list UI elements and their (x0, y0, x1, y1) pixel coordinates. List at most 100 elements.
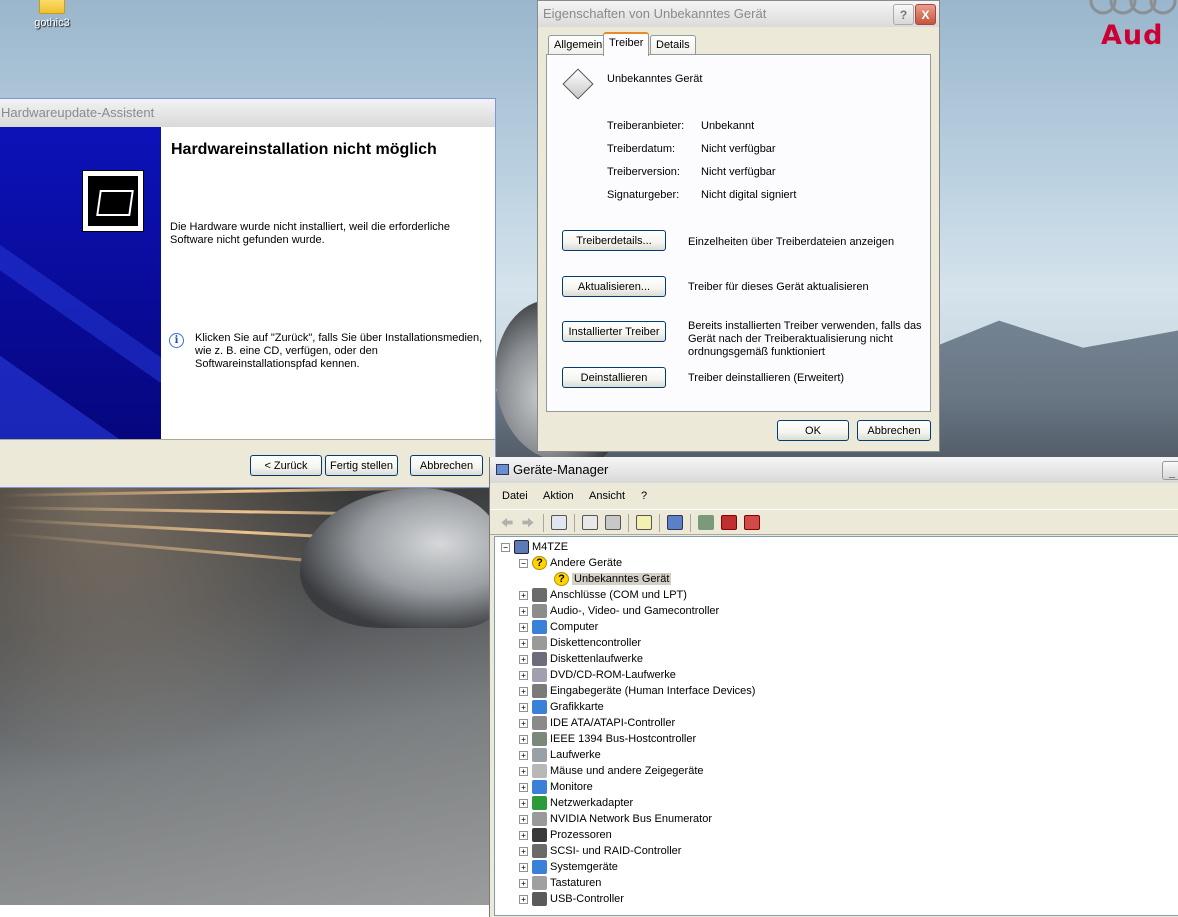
collapse-toggle[interactable]: − (519, 558, 528, 568)
tree-item-category[interactable]: + Grafikkarte (519, 699, 604, 715)
minimize-button[interactable]: _ (1162, 461, 1178, 480)
properties-cancel-button[interactable]: Abbrechen (857, 420, 931, 441)
tree-item-category[interactable]: + Eingabegeräte (Human Interface Devices) (519, 683, 755, 699)
tree-item-category[interactable]: + IDE ATA/ATAPI-Controller (519, 715, 675, 731)
wizard-content: Hardwareinstallation nicht möglich Die H… (161, 127, 495, 439)
help-button[interactable]: ? (893, 4, 914, 25)
tree-item-category[interactable]: + SCSI- und RAID-Controller (519, 843, 681, 859)
tree-item-category[interactable]: + NVIDIA Network Bus Enumerator (519, 811, 712, 827)
tree-item-category[interactable]: + Computer (519, 619, 598, 635)
properties-titlebar[interactable]: Eigenschaften von Unbekanntes Gerät (538, 1, 939, 27)
wizard-titlebar[interactable]: Hardwareupdate-Assistent (0, 99, 495, 127)
expand-toggle[interactable]: + (519, 702, 528, 712)
tree-item-category[interactable]: + Systemgeräte (519, 859, 618, 875)
toolbar (490, 509, 1178, 535)
expand-toggle[interactable]: + (519, 686, 528, 696)
tab-details[interactable]: Details (650, 35, 696, 55)
ok-button[interactable]: OK (777, 420, 849, 441)
hardware-update-wizard-window: Hardwareupdate-Assistent Hardwareinstall… (0, 98, 496, 488)
back-button[interactable]: < Zurück (250, 455, 322, 476)
expand-toggle[interactable]: + (519, 606, 528, 616)
device-manager-title: Geräte-Manager (513, 462, 609, 477)
desktop-icon-gothic3[interactable]: gothic3 (24, 0, 80, 29)
field-label-provider: Treiberanbieter: (607, 120, 685, 132)
expand-toggle[interactable]: + (519, 638, 528, 648)
expand-toggle[interactable]: + (519, 814, 528, 824)
device-category-icon (532, 892, 547, 906)
tree-item-category[interactable]: + Diskettencontroller (519, 635, 641, 651)
menu-help[interactable]: ? (641, 490, 647, 502)
tree-item-category[interactable]: + Audio-, Video- und Gamecontroller (519, 603, 719, 619)
expand-toggle[interactable]: + (519, 750, 528, 760)
field-label-version: Treiberversion: (607, 166, 680, 178)
expand-toggle[interactable]: + (519, 622, 528, 632)
show-hide-console-tree-icon[interactable] (551, 515, 567, 530)
tree-item-label: Diskettencontroller (550, 637, 642, 649)
device-category-icon (532, 652, 547, 666)
device-category-icon (532, 668, 547, 682)
tab-general[interactable]: Allgemein (548, 35, 609, 55)
tree-item-category[interactable]: + Mäuse und andere Zeigegeräte (519, 763, 704, 779)
expand-toggle[interactable]: + (519, 734, 528, 744)
expand-toggle[interactable]: + (519, 846, 528, 856)
finish-button[interactable]: Fertig stellen (325, 455, 398, 476)
hardware-icon (82, 170, 144, 232)
unknown-device-warning-icon: ? (532, 556, 547, 570)
device-tree: − M4TZE − ? Andere Geräte ? Unbekanntes … (494, 536, 1178, 916)
tree-item-category[interactable]: + DVD/CD-ROM-Laufwerke (519, 667, 676, 683)
expand-toggle[interactable]: + (519, 782, 528, 792)
tree-item-category[interactable]: + Diskettenlaufwerke (519, 651, 643, 667)
tree-item-category[interactable]: + IEEE 1394 Bus-Hostcontroller (519, 731, 696, 747)
expand-toggle[interactable]: + (519, 798, 528, 808)
expand-toggle[interactable]: + (519, 862, 528, 872)
driver-details-button[interactable]: Treiberdetails... (562, 230, 666, 251)
expand-toggle[interactable]: + (519, 894, 528, 904)
tree-item-category[interactable]: + Anschlüsse (COM und LPT) (519, 587, 687, 603)
wizard-separator (0, 439, 495, 440)
tree-item-category[interactable]: + Prozessoren (519, 827, 612, 843)
tree-item-category[interactable]: + Netzwerkadapter (519, 795, 633, 811)
unknown-device-icon (562, 68, 594, 100)
tree-item-category[interactable]: + Laufwerke (519, 747, 601, 763)
scan-hardware-icon[interactable] (667, 515, 683, 530)
uninstall-device-icon[interactable] (744, 515, 760, 530)
expand-toggle[interactable]: + (519, 590, 528, 600)
update-driver-icon[interactable] (698, 515, 714, 530)
rollback-driver-button[interactable]: Installierter Treiber (562, 321, 666, 342)
close-button[interactable]: X (915, 4, 936, 25)
tree-root[interactable]: − M4TZE (501, 539, 568, 555)
expand-toggle[interactable]: + (519, 830, 528, 840)
wizard-cancel-button[interactable]: Abbrechen (410, 455, 483, 476)
menu-action[interactable]: Aktion (543, 490, 574, 502)
menu-file[interactable]: Datei (502, 490, 528, 502)
disable-device-icon[interactable] (721, 515, 737, 530)
tree-item-category[interactable]: + Tastaturen (519, 875, 601, 891)
tree-item-unknown-device[interactable]: ? Unbekanntes Gerät (554, 571, 672, 587)
uninstall-driver-button[interactable]: Deinstallieren (562, 367, 666, 388)
tree-item-label: Unbekanntes Gerät (572, 573, 672, 585)
tree-item-label: NVIDIA Network Bus Enumerator (550, 813, 713, 825)
expand-toggle[interactable]: + (519, 670, 528, 680)
expand-toggle[interactable]: + (519, 766, 528, 776)
back-arrow-icon[interactable] (499, 515, 515, 530)
tree-item-label: IDE ATA/ATAPI-Controller (550, 717, 676, 729)
wizard-message: Die Hardware wurde nicht installiert, we… (170, 221, 451, 246)
menu-view[interactable]: Ansicht (589, 490, 625, 502)
forward-arrow-icon[interactable] (520, 515, 536, 530)
update-driver-button[interactable]: Aktualisieren... (562, 276, 666, 297)
field-value-version: Nicht verfügbar (701, 166, 776, 178)
print-icon[interactable] (605, 515, 621, 530)
desktop-icon-label: gothic3 (34, 17, 70, 29)
tree-item-category[interactable]: + Monitore (519, 779, 593, 795)
properties-icon[interactable] (582, 515, 598, 530)
collapse-toggle[interactable]: − (501, 542, 510, 552)
device-manager-titlebar[interactable]: Geräte-Manager (490, 457, 1178, 483)
expand-toggle[interactable]: + (519, 718, 528, 728)
expand-toggle[interactable]: + (519, 654, 528, 664)
help-topic-icon[interactable] (636, 515, 652, 530)
field-value-date: Nicht verfügbar (701, 143, 776, 155)
tree-item-other-devices[interactable]: − ? Andere Geräte (519, 555, 622, 571)
tab-driver[interactable]: Treiber (603, 32, 650, 56)
expand-toggle[interactable]: + (519, 878, 528, 888)
tree-item-label: Laufwerke (550, 749, 601, 761)
